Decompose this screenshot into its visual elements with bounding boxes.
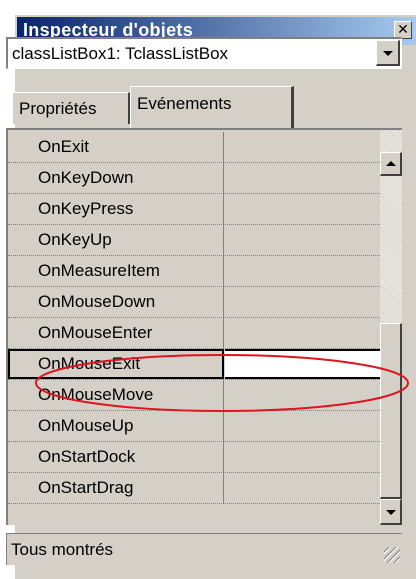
events-grid: OnExit OnKeyDown OnKeyPress OnKeyUp OnMeasur… [6, 128, 402, 525]
event-handler-value[interactable] [225, 132, 380, 162]
event-row[interactable]: OnExit [8, 132, 380, 163]
event-name[interactable]: OnMeasureItem [8, 256, 224, 286]
tab-properties[interactable]: Propriétés [12, 92, 130, 124]
tab-events[interactable]: Evénements [130, 86, 294, 128]
event-row[interactable]: OnMouseExit [8, 349, 380, 380]
component-selector[interactable]: classListBox1: TclassListBox [6, 37, 402, 69]
event-handler-value[interactable] [225, 349, 380, 379]
vertical-scrollbar[interactable] [380, 130, 402, 525]
event-name[interactable]: OnStartDrag [8, 473, 224, 503]
status-text: Tous montrés [11, 540, 114, 559]
event-row[interactable]: OnKeyDown [8, 163, 380, 194]
event-handler-value[interactable] [225, 380, 380, 410]
close-icon: ✕ [397, 21, 409, 37]
event-name[interactable]: OnStartDock [8, 442, 224, 472]
event-name[interactable]: OnMouseUp [8, 411, 224, 441]
event-name[interactable]: OnExit [8, 132, 224, 162]
event-handler-value[interactable] [225, 442, 380, 472]
component-selector-dropdown-button[interactable] [376, 40, 400, 66]
event-row[interactable]: OnStartDock [8, 442, 380, 473]
arrow-up-icon [385, 160, 396, 166]
event-row[interactable]: OnMouseUp [8, 411, 380, 442]
event-row[interactable]: OnMeasureItem [8, 256, 380, 287]
event-name[interactable]: OnMouseExit [8, 349, 224, 379]
scroll-down-button[interactable] [380, 499, 402, 525]
event-handler-value[interactable] [225, 411, 380, 441]
chevron-down-icon [382, 50, 393, 56]
event-row[interactable]: OnMouseEnter [8, 318, 380, 349]
event-row[interactable]: OnKeyUp [8, 225, 380, 256]
event-row[interactable]: OnMouseMove [8, 380, 380, 411]
component-selector-value: classListBox1: TclassListBox [12, 44, 229, 63]
event-name[interactable]: OnKeyPress [8, 194, 224, 224]
status-bar: Tous montrés [6, 533, 402, 565]
scroll-thumb[interactable] [380, 323, 402, 499]
resize-grip-icon[interactable] [384, 547, 400, 563]
event-handler-value[interactable] [225, 256, 380, 286]
scroll-up-button[interactable] [380, 152, 402, 176]
event-handler-value[interactable] [225, 194, 380, 224]
event-name[interactable]: OnMouseDown [8, 287, 224, 317]
events-list: OnExit OnKeyDown OnKeyPress OnKeyUp OnMeasur… [8, 132, 380, 504]
event-handler-value[interactable] [225, 473, 380, 503]
event-handler-value[interactable] [225, 163, 380, 193]
event-name[interactable]: OnMouseEnter [8, 318, 224, 348]
event-handler-value[interactable] [225, 287, 380, 317]
event-handler-value[interactable] [225, 225, 380, 255]
event-name[interactable]: OnKeyDown [8, 163, 224, 193]
event-row[interactable]: OnMouseDown [8, 287, 380, 318]
event-name[interactable]: OnKeyUp [8, 225, 224, 255]
arrow-down-icon [385, 509, 396, 515]
event-name[interactable]: OnMouseMove [8, 380, 224, 410]
event-row[interactable]: OnKeyPress [8, 194, 380, 225]
event-handler-value[interactable] [225, 318, 380, 348]
event-row[interactable]: OnStartDrag [8, 473, 380, 504]
